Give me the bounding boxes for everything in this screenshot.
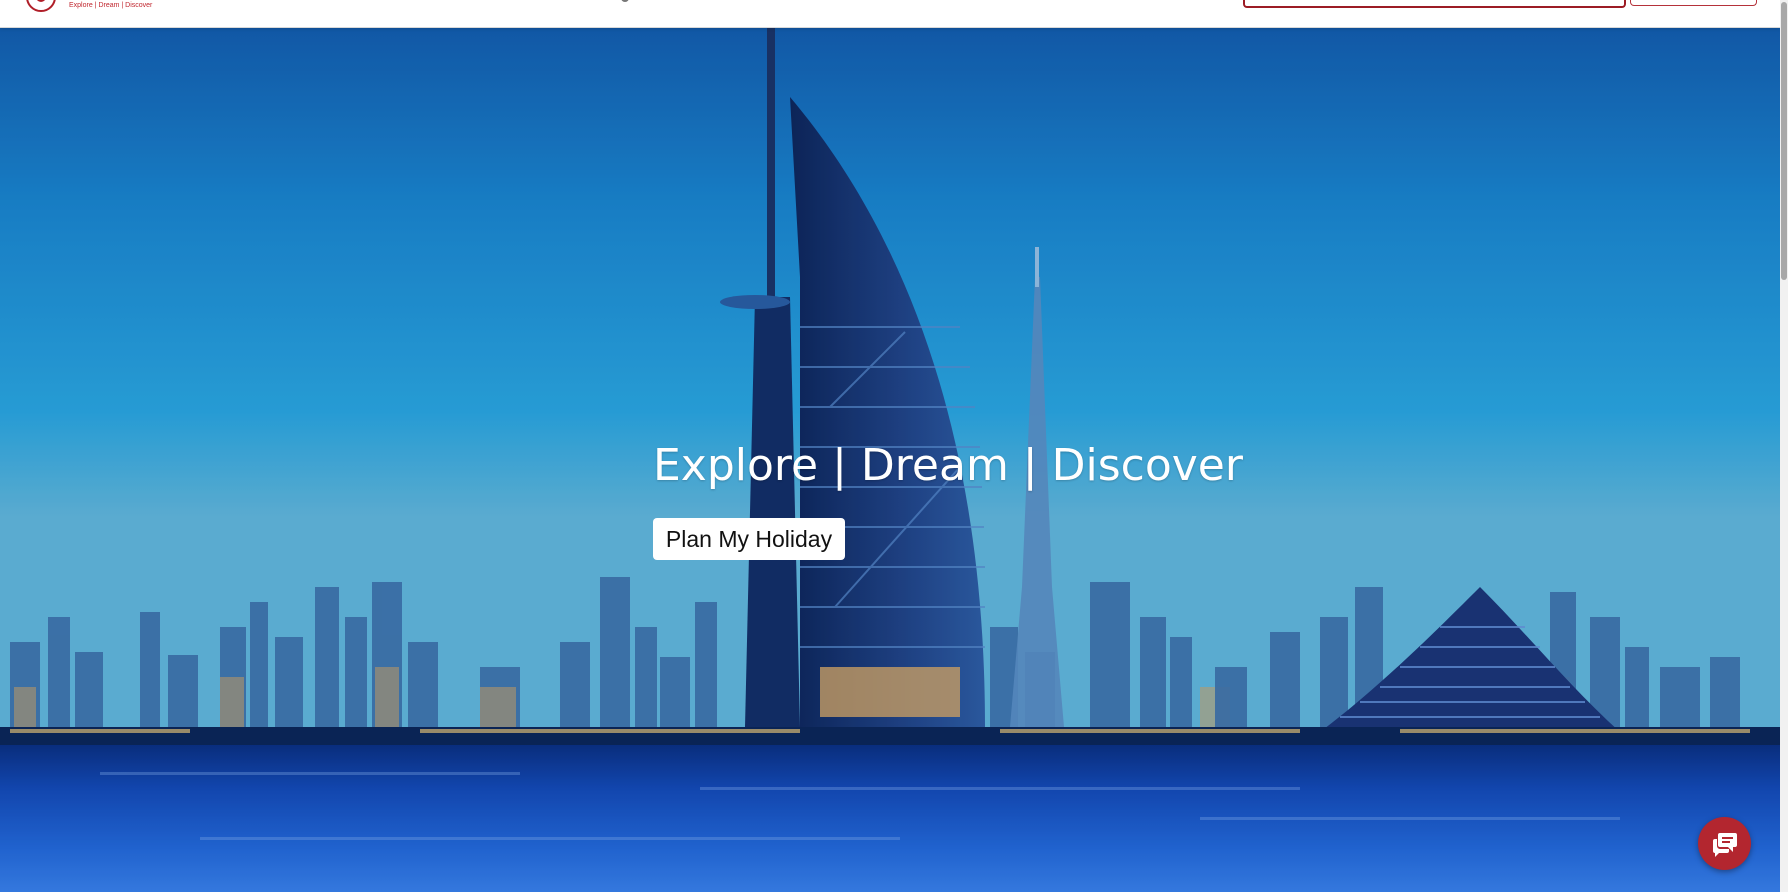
page: Explore | Dream | Discover Explore | Dre… — [0, 0, 1788, 892]
scrollbar-thumb[interactable] — [1781, 2, 1787, 280]
chat-button[interactable] — [1698, 817, 1751, 870]
hero-title: Explore | Dream | Discover — [653, 440, 1243, 491]
site-header: Explore | Dream | Discover — [0, 0, 1780, 28]
hero-banner: Explore | Dream | Discover Plan My Holid… — [0, 27, 1780, 892]
logo-tagline: Explore | Dream | Discover — [69, 2, 153, 9]
header-button[interactable] — [1630, 0, 1757, 6]
search-input[interactable] — [1243, 0, 1626, 8]
plan-my-holiday-button[interactable]: Plan My Holiday — [653, 518, 845, 560]
page-scrollbar[interactable] — [1780, 0, 1788, 892]
nav-dropdown-indicator-icon[interactable] — [621, 0, 629, 2]
chat-icon — [1713, 833, 1737, 857]
logo-icon[interactable] — [26, 0, 56, 12]
